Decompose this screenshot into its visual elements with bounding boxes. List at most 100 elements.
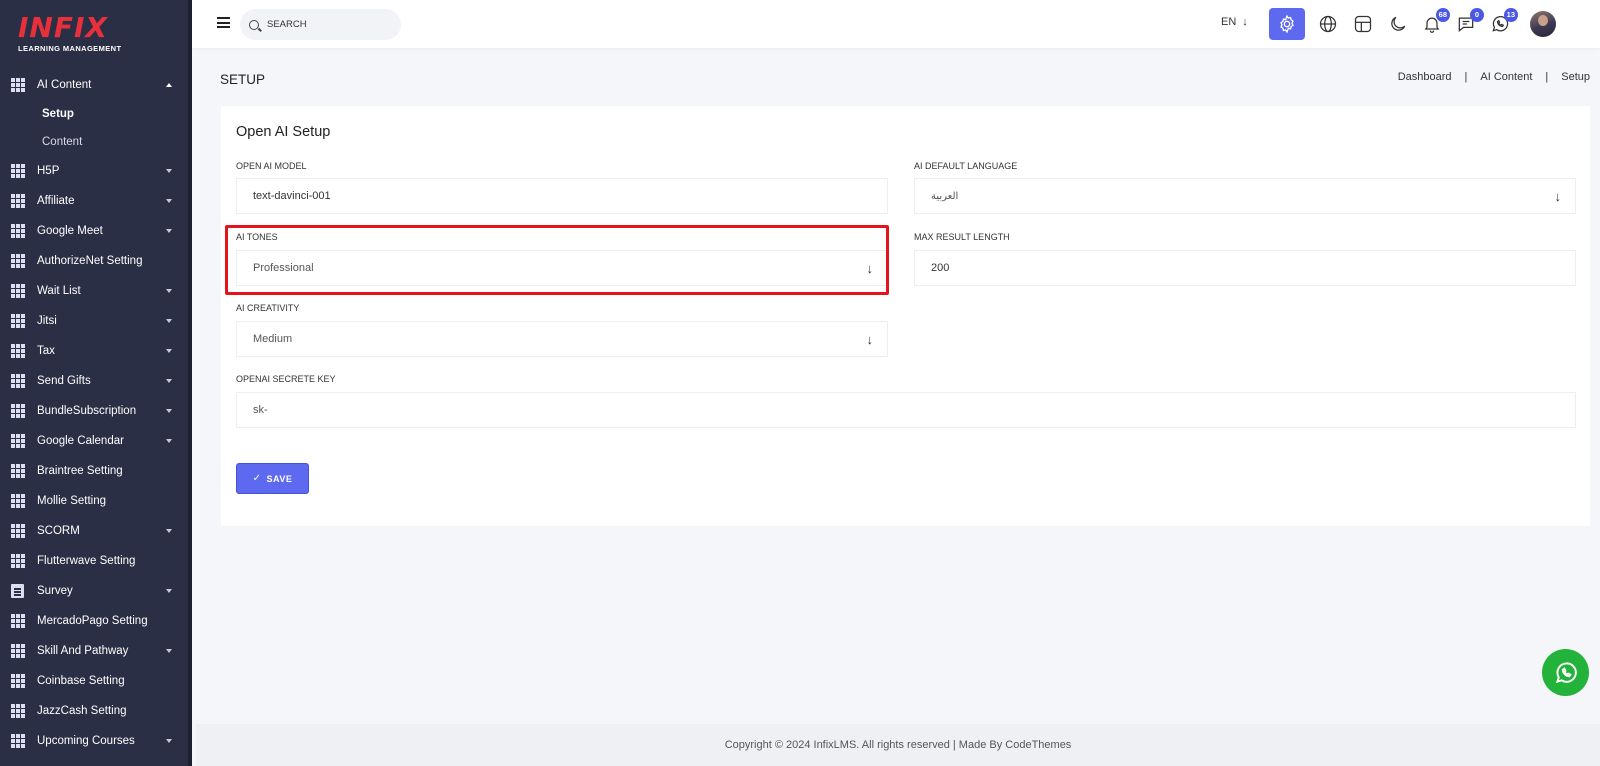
copyright-text: Copyright © 2024 InfixLMS. All rights re… xyxy=(724,739,1072,751)
sidebar-item-h5p[interactable]: H5P xyxy=(0,156,188,186)
arrow-down-icon: ↓ xyxy=(866,332,874,347)
menu-toggle-icon[interactable] xyxy=(217,17,230,28)
breadcrumb-setup: Setup xyxy=(1561,71,1590,83)
settings-button[interactable] xyxy=(1269,8,1305,40)
caret-up-icon xyxy=(166,83,172,87)
sidebar-item-skill-and-pathway[interactable]: Skill And Pathway xyxy=(0,636,188,666)
sidebar-item-google-calendar[interactable]: Google Calendar xyxy=(0,426,188,456)
creativity-label: AI CREATIVITY xyxy=(236,303,300,313)
arrow-down-icon: ↓ xyxy=(1554,189,1562,204)
logo[interactable]: INFIX LEARNING MANAGEMENT xyxy=(0,0,188,70)
sidebar-item-label: Setup xyxy=(42,108,74,120)
breadcrumb-dashboard[interactable]: Dashboard xyxy=(1398,71,1452,83)
language-selector[interactable]: EN ↓ xyxy=(1221,16,1248,28)
caret-down-icon xyxy=(166,169,172,173)
caret-down-icon xyxy=(166,589,172,593)
sidebar-item-label: Braintree Setting xyxy=(37,465,123,477)
default-language-value: العربية xyxy=(931,190,959,202)
grid-icon xyxy=(11,194,25,208)
sidebar-item-survey[interactable]: Survey xyxy=(0,576,188,606)
whatsapp-header-button[interactable]: 13 xyxy=(1490,8,1518,34)
search-input[interactable] xyxy=(267,19,387,30)
sidebar-item-affiliate[interactable]: Affiliate xyxy=(0,186,188,216)
sidebar-subitem-content[interactable]: Content xyxy=(0,128,188,156)
save-label: SAVE xyxy=(266,473,293,484)
caret-down-icon xyxy=(166,319,172,323)
caret-down-icon xyxy=(166,529,172,533)
sidebar-item-label: Affiliate xyxy=(37,195,75,207)
globe-button[interactable] xyxy=(1318,14,1338,34)
sidebar-item-label: MercadoPago Setting xyxy=(37,615,148,627)
caret-down-icon xyxy=(166,379,172,383)
secret-key-input[interactable]: sk- xyxy=(236,392,1576,428)
sidebar-item-wait-list[interactable]: Wait List xyxy=(0,276,188,306)
grid-icon xyxy=(11,554,25,568)
footer: Copyright © 2024 InfixLMS. All rights re… xyxy=(196,724,1600,766)
caret-down-icon xyxy=(166,349,172,353)
sidebar-item-upcoming-courses[interactable]: Upcoming Courses xyxy=(0,726,188,756)
search-box[interactable] xyxy=(240,9,401,40)
sidebar-item-label: Survey xyxy=(37,585,73,597)
caret-down-icon xyxy=(166,229,172,233)
grid-icon xyxy=(11,614,25,628)
sidebar-item-mercadopago-setting[interactable]: MercadoPago Setting xyxy=(0,606,188,636)
grid-icon xyxy=(11,254,25,268)
arrow-down-icon: ↓ xyxy=(1242,16,1248,28)
sidebar-item-jazzcash-setting[interactable]: JazzCash Setting xyxy=(0,696,188,726)
gear-icon xyxy=(1280,14,1294,34)
sidebar-item-label: Send Gifts xyxy=(37,375,91,387)
whatsapp-float-button[interactable] xyxy=(1542,649,1589,696)
grid-icon xyxy=(11,674,25,688)
sidebar-item-label: Google Calendar xyxy=(37,435,124,447)
sidebar-item-braintree-setting[interactable]: Braintree Setting xyxy=(0,456,188,486)
grid-icon xyxy=(11,284,25,298)
sidebar-item-google-meet[interactable]: Google Meet xyxy=(0,216,188,246)
sidebar-item-jitsi[interactable]: Jitsi xyxy=(0,306,188,336)
card-title: Open AI Setup xyxy=(236,124,331,140)
sidebar-item-authorizenet-setting[interactable]: AuthorizeNet Setting xyxy=(0,246,188,276)
grid-icon xyxy=(11,464,25,478)
caret-down-icon xyxy=(166,289,172,293)
grid-icon xyxy=(11,374,25,388)
logo-subtitle: LEARNING MANAGEMENT xyxy=(18,44,122,53)
sidebar-item-label: Upcoming Courses xyxy=(37,735,135,747)
default-language-select[interactable]: العربية ↓ xyxy=(914,178,1576,214)
sidebar-item-label: AI Content xyxy=(37,79,92,91)
sidebar-item-scorm[interactable]: SCORM xyxy=(0,516,188,546)
language-label: EN xyxy=(1221,16,1237,28)
sidebar-item-label: Google Meet xyxy=(37,225,103,237)
sidebar-item-tax[interactable]: Tax xyxy=(0,336,188,366)
sidebar-item-mollie-setting[interactable]: Mollie Setting xyxy=(0,486,188,516)
model-input[interactable]: text-davinci-001 xyxy=(236,178,888,214)
creativity-value: Medium xyxy=(253,333,293,345)
sidebar-item-flutterwave-setting[interactable]: Flutterwave Setting xyxy=(0,546,188,576)
max-length-label: MAX RESULT LENGTH xyxy=(914,232,1010,242)
messages-button[interactable]: 0 xyxy=(1456,8,1484,34)
caret-down-icon xyxy=(166,439,172,443)
sidebar-item-label: Mollie Setting xyxy=(37,495,107,507)
save-button[interactable]: ✓ SAVE xyxy=(236,463,309,494)
sidebar-item-label: Coinbase Setting xyxy=(37,675,125,687)
model-label: OPEN AI MODEL xyxy=(236,161,307,171)
layout-button[interactable] xyxy=(1353,14,1373,34)
sidebar-subitem-setup[interactable]: Setup xyxy=(0,100,188,128)
sidebar-item-bundlesubscription[interactable]: BundleSubscription xyxy=(0,396,188,426)
breadcrumb-ai-content[interactable]: AI Content xyxy=(1480,71,1532,83)
max-length-input[interactable]: 200 xyxy=(914,250,1576,286)
whatsapp-icon xyxy=(1555,661,1577,683)
dark-mode-button[interactable] xyxy=(1388,14,1408,34)
grid-icon xyxy=(11,224,25,238)
breadcrumb-separator: | xyxy=(1464,71,1468,83)
sidebar-item-send-gifts[interactable]: Send Gifts xyxy=(0,366,188,396)
grid-icon xyxy=(11,704,25,718)
sidebar-item-coinbase-setting[interactable]: Coinbase Setting xyxy=(0,666,188,696)
caret-down-icon xyxy=(166,649,172,653)
avatar[interactable] xyxy=(1530,11,1556,37)
notifications-button[interactable]: 68 xyxy=(1422,8,1450,34)
document-icon xyxy=(11,584,24,598)
sidebar-item-label: SCORM xyxy=(37,525,80,537)
moon-icon xyxy=(1391,16,1406,31)
sidebar-item-ai-content[interactable]: AI Content xyxy=(0,70,188,100)
creativity-select[interactable]: Medium ↓ xyxy=(236,321,888,357)
sidebar-item-label: Jitsi xyxy=(37,315,57,327)
